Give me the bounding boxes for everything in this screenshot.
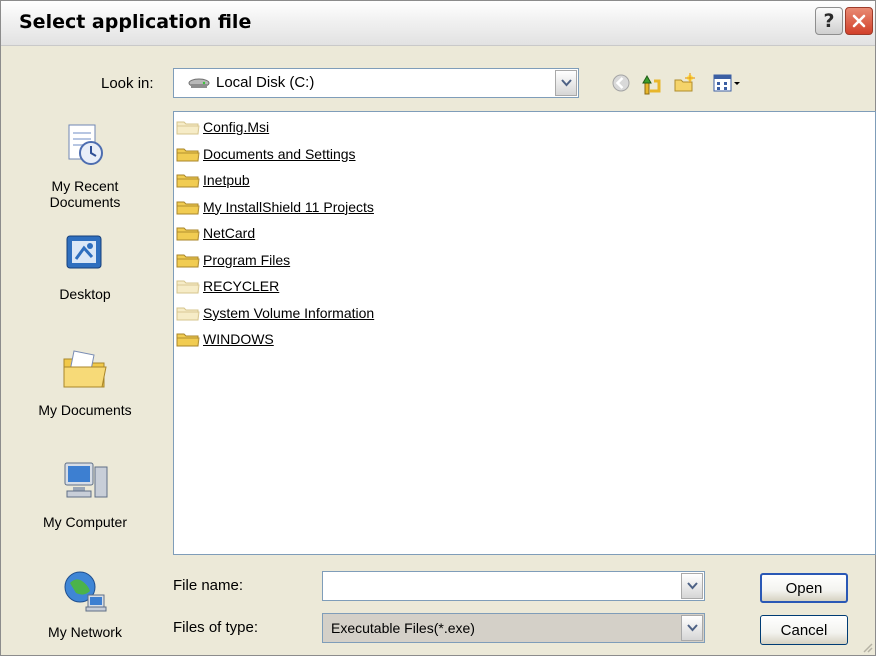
place-label: My Documents (38, 402, 132, 418)
chevron-down-icon (686, 624, 698, 632)
question-mark-icon: ? (823, 10, 835, 32)
place-label: My Recent Documents (49, 178, 121, 210)
place-my-documents[interactable]: My Documents (10, 345, 160, 418)
list-item[interactable]: RECYCLER (176, 275, 279, 297)
look-in-dropdown-button[interactable] (555, 70, 577, 96)
list-item[interactable]: WINDOWS (176, 328, 274, 350)
file-name: Documents and Settings (203, 145, 356, 162)
close-icon (852, 14, 866, 28)
select-file-dialog: Select application file ? Look in: Local… (0, 0, 876, 656)
place-my-computer[interactable]: My Computer (10, 457, 160, 530)
look-in-value: Local Disk (C:) (216, 74, 315, 91)
list-item[interactable]: NetCard (176, 222, 255, 244)
list-item[interactable]: Config.Msi (176, 116, 269, 138)
folder-icon (176, 174, 200, 188)
my-network-icon (10, 567, 160, 618)
view-menu-icon[interactable] (713, 73, 741, 93)
places-bar: My Recent Documents Desktop My Documents My… (10, 109, 160, 647)
file-type-dropdown-button[interactable] (681, 615, 703, 641)
list-item[interactable]: Program Files (176, 249, 290, 271)
list-item[interactable]: System Volume Information (176, 302, 374, 324)
recent-documents-icon (10, 121, 160, 172)
file-type-label: Files of type: (173, 619, 259, 636)
folder-icon (176, 121, 200, 135)
list-item[interactable]: Inetpub (176, 169, 250, 191)
file-name: WINDOWS (203, 331, 274, 347)
file-list[interactable]: Config.Msi Documents and Settings Inetpub M… (173, 111, 876, 555)
new-folder-icon[interactable] (673, 73, 695, 93)
my-computer-icon (10, 457, 160, 508)
help-button[interactable]: ? (815, 7, 843, 35)
up-folder-icon[interactable] (641, 73, 663, 95)
look-in-dropdown[interactable]: Local Disk (C:) (173, 68, 579, 98)
title-bar[interactable]: Select application file ? (1, 1, 875, 46)
place-recent-documents[interactable]: My Recent Documents (10, 121, 160, 210)
file-name: Inetpub (203, 172, 250, 188)
folder-icon (176, 254, 200, 267)
place-label: My Computer (42, 514, 128, 530)
list-item[interactable]: Documents and Settings (176, 143, 356, 165)
chevron-down-icon (560, 79, 572, 87)
place-my-network[interactable]: My Network (10, 567, 160, 640)
file-name-dropdown-button[interactable] (681, 573, 703, 599)
cancel-button[interactable]: Cancel (760, 615, 848, 645)
file-name-label: File name: (173, 577, 244, 594)
file-name-field[interactable] (322, 571, 705, 601)
file-name: Program Files (203, 251, 291, 268)
my-documents-icon (10, 345, 160, 396)
file-name: System Volume Information (203, 304, 375, 321)
place-label: My Network (48, 624, 122, 640)
folder-icon (176, 280, 200, 294)
file-name: RECYCLER (203, 278, 280, 294)
open-button[interactable]: Open (760, 573, 848, 603)
place-label: Desktop (59, 286, 111, 302)
folder-icon (176, 148, 200, 161)
folder-icon (176, 227, 200, 241)
file-name: My InstallShield 11 Projects (203, 198, 374, 215)
resize-grip-icon[interactable] (861, 641, 873, 653)
file-name: NetCard (203, 225, 256, 241)
file-type-value: Executable Files(*.exe) (331, 620, 475, 636)
look-in-label: Look in: (101, 75, 154, 92)
chevron-down-icon (686, 582, 698, 590)
list-item[interactable]: My InstallShield 11 Projects (176, 196, 374, 218)
desktop-icon (10, 231, 160, 280)
folder-icon (176, 333, 200, 347)
file-type-dropdown[interactable]: Executable Files(*.exe) (322, 613, 705, 643)
back-icon[interactable] (611, 73, 631, 93)
folder-icon (176, 201, 200, 214)
file-name: Config.Msi (203, 119, 270, 135)
folder-icon (176, 307, 200, 320)
hard-drive-icon (188, 78, 210, 88)
dialog-title: Select application file (19, 11, 252, 33)
close-button[interactable] (845, 7, 873, 35)
place-desktop[interactable]: Desktop (10, 231, 160, 302)
